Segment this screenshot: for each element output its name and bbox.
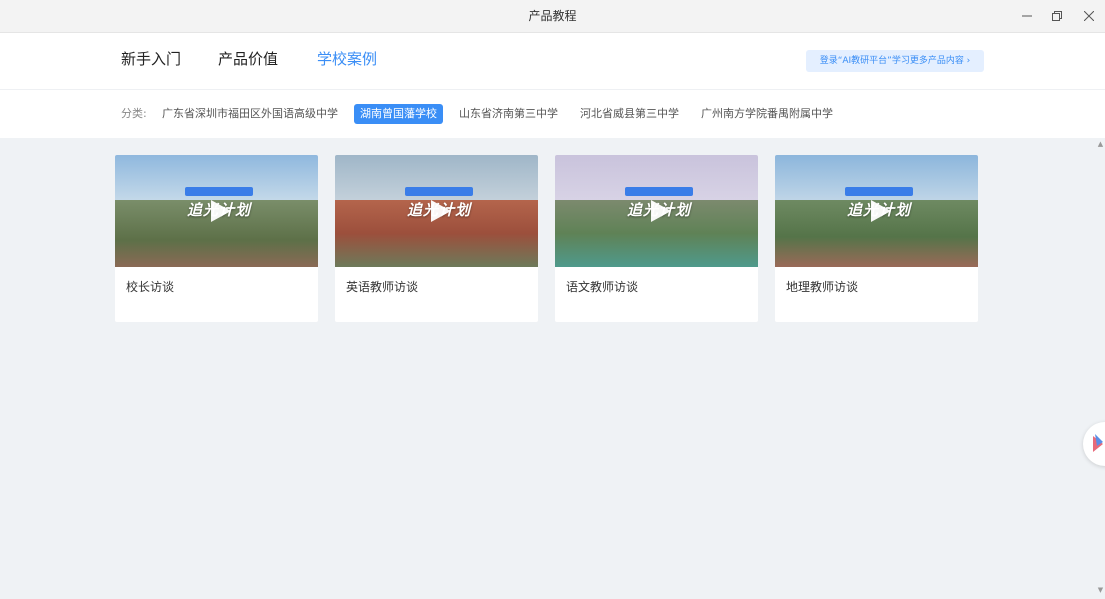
video-thumbnail[interactable]: 追光计划: [115, 155, 318, 267]
close-icon: [1084, 11, 1094, 21]
minimize-icon: [1022, 15, 1032, 17]
login-platform-button[interactable]: 登录“AI教研平台”学习更多产品内容 ›: [806, 50, 984, 72]
restore-icon: [1052, 11, 1062, 21]
video-card[interactable]: 追光计划 校长访谈: [115, 155, 318, 322]
video-card[interactable]: 追光计划 语文教师访谈: [555, 155, 758, 322]
category-item[interactable]: 山东省济南第三中学: [453, 104, 564, 124]
scroll-up-icon[interactable]: ▲: [1096, 139, 1105, 149]
tab-getting-started[interactable]: 新手入门: [121, 33, 181, 89]
tab-school-cases[interactable]: 学校案例: [317, 33, 377, 89]
restore-button[interactable]: [1041, 0, 1073, 32]
video-card[interactable]: 追光计划 地理教师访谈: [775, 155, 978, 322]
play-icon[interactable]: [210, 200, 231, 222]
assistant-float-button[interactable]: [1083, 422, 1105, 466]
tab-product-value[interactable]: 产品价值: [218, 33, 278, 89]
video-caption: 英语教师访谈: [346, 280, 419, 294]
brand-badge: [625, 187, 693, 196]
scroll-down-icon[interactable]: ▼: [1096, 585, 1105, 595]
brand-badge: [185, 187, 253, 196]
title-bar: 产品教程: [0, 0, 1105, 33]
video-grid: 追光计划 校长访谈 追光计划 英语教师访谈 追光计划 语文教师访谈 追光计划 地…: [115, 155, 995, 322]
scrollbar[interactable]: ▲ ▼: [1096, 137, 1105, 599]
video-thumbnail[interactable]: 追光计划: [555, 155, 758, 267]
video-caption: 语文教师访谈: [566, 280, 639, 294]
bird-logo-icon: [1093, 434, 1103, 452]
video-card[interactable]: 追光计划 英语教师访谈: [335, 155, 538, 322]
category-item[interactable]: 广州南方学院番禺附属中学: [695, 104, 839, 124]
window-title: 产品教程: [528, 9, 577, 23]
category-bar: 分类: 广东省深圳市福田区外国语高级中学 湖南曾国藩学校 山东省济南第三中学 河…: [0, 89, 1105, 138]
play-icon[interactable]: [430, 200, 451, 222]
minimize-button[interactable]: [1011, 0, 1043, 32]
category-item[interactable]: 河北省威县第三中学: [574, 104, 685, 124]
video-caption: 校长访谈: [126, 280, 175, 294]
brand-badge: [845, 187, 913, 196]
play-icon[interactable]: [650, 200, 671, 222]
category-item-active[interactable]: 湖南曾国藩学校: [354, 104, 443, 124]
video-thumbnail[interactable]: 追光计划: [335, 155, 538, 267]
video-thumbnail[interactable]: 追光计划: [775, 155, 978, 267]
category-item[interactable]: 广东省深圳市福田区外国语高级中学: [156, 104, 344, 124]
category-list: 广东省深圳市福田区外国语高级中学 湖南曾国藩学校 山东省济南第三中学 河北省威县…: [156, 104, 849, 124]
play-icon[interactable]: [870, 200, 891, 222]
top-nav: 新手入门 产品价值 学校案例 登录“AI教研平台”学习更多产品内容 ›: [0, 33, 1105, 89]
close-button[interactable]: [1073, 0, 1105, 32]
category-label: 分类:: [121, 107, 147, 120]
brand-badge: [405, 187, 473, 196]
video-caption: 地理教师访谈: [786, 280, 859, 294]
